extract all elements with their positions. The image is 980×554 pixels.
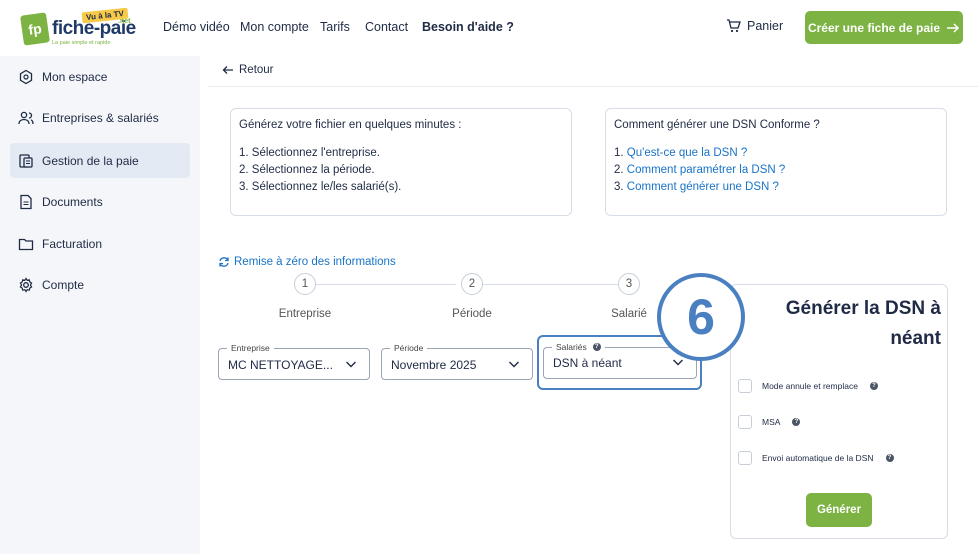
sidebar-item-label: Gestion de la paie <box>42 153 139 168</box>
sidebar-item-label: Compte <box>42 277 85 292</box>
cart-label: Panier <box>747 19 784 33</box>
arrow-left-icon <box>222 66 233 74</box>
help-icon[interactable]: ? <box>792 418 801 426</box>
hexagon-icon <box>19 69 33 84</box>
entreprise-select-value: MC NETTOYAGE... <box>228 358 333 372</box>
help-icon[interactable]: ? <box>869 382 878 390</box>
instructions-list: 1. Sélectionnez l'entreprise. 2. Sélecti… <box>239 145 401 196</box>
help-link-row: 1. Qu'est-ce que la DSN ? <box>614 145 785 162</box>
option-envoi-auto[interactable]: Envoi automatique de la DSN ? <box>738 451 894 465</box>
help-link-what-is-dsn[interactable]: Qu'est-ce que la DSN ? <box>627 147 747 159</box>
back-label: Retour <box>239 64 274 76</box>
logo-tagline: La paie simple et rapide <box>52 40 111 46</box>
nav-contact[interactable]: Contact <box>365 20 408 34</box>
step-6-marker: 6 <box>657 273 745 361</box>
entreprise-select-label: Entreprise <box>227 343 274 353</box>
generate-button[interactable]: Générer <box>806 493 872 527</box>
step-circle-3: 3 <box>618 273 640 295</box>
dsn-neant-panel: Générer la DSN à néant Mode annule et re… <box>730 284 948 539</box>
sidebar-item-mon-espace[interactable]: Mon espace <box>10 59 190 94</box>
document-icon <box>20 194 32 209</box>
arrow-right-icon <box>947 22 960 33</box>
help-link-generate-dsn[interactable]: Comment générer une DSN ? <box>627 181 779 193</box>
help-box: Comment générer une DSN Conforme ? 1. Qu… <box>605 108 947 216</box>
reset-label: Remise à zéro des informations <box>234 256 396 268</box>
checkbox[interactable] <box>738 415 752 429</box>
sidebar-item-facturation[interactable]: Facturation <box>10 226 190 261</box>
sidebar-item-entreprises[interactable]: Entreprises & salariés <box>10 100 190 135</box>
instruction-step: 3. Sélectionnez le/les salarié(s). <box>239 181 402 193</box>
step-label-periode: Période <box>452 308 492 320</box>
back-link[interactable]: Retour <box>222 64 274 76</box>
create-payslip-label: Créer une fiche de paie <box>807 20 941 35</box>
nav-tarifs[interactable]: Tarifs <box>320 20 350 34</box>
sidebar-item-documents[interactable]: Documents <box>10 184 190 219</box>
periode-select-label: Période <box>390 343 428 353</box>
checkbox[interactable] <box>738 451 752 465</box>
step-circle-2: 2 <box>461 273 483 295</box>
logo-dotnet: .net <box>118 18 131 25</box>
entreprise-select[interactable]: Entreprise MC NETTOYAGE... <box>218 343 370 380</box>
folder-icon <box>18 238 34 250</box>
step-circle-1: 1 <box>294 273 316 295</box>
fiche-paie-logo[interactable]: fp Vu à la TV fiche-paie .net La paie si… <box>20 7 140 50</box>
gear-icon <box>19 276 33 293</box>
help-title: Comment générer une DSN Conforme ? <box>614 119 820 131</box>
instruction-step: 2. Sélectionnez la période. <box>239 164 375 176</box>
periode-select[interactable]: Période Novembre 2025 <box>381 343 533 380</box>
sidebar-item-label: Mon espace <box>42 69 108 84</box>
help-link-num: 1. <box>614 147 624 159</box>
periode-select-value: Novembre 2025 <box>391 358 477 372</box>
sidebar-item-label: Documents <box>42 194 103 209</box>
help-icon[interactable]: ? <box>885 454 894 462</box>
chevron-down-icon <box>346 361 356 368</box>
cart-icon <box>727 19 741 33</box>
logo-badge: fp <box>20 12 50 46</box>
stepper-line <box>316 284 456 285</box>
help-link-num: 2. <box>614 164 624 176</box>
payroll-icon <box>19 153 33 168</box>
dsn-neant-title: Générer la DSN à néant <box>785 298 941 349</box>
sidebar-item-compte[interactable]: Compte <box>10 267 190 302</box>
create-payslip-button[interactable]: Créer une fiche de paie <box>805 11 963 44</box>
step-label-entreprise: Entreprise <box>278 308 332 320</box>
sidebar-item-label: Entreprises & salariés <box>42 110 159 125</box>
instructions-title: Générez votre fichier en quelques minute… <box>239 119 462 131</box>
nav-besoin-aide[interactable]: Besoin d'aide ? <box>422 20 514 34</box>
option-msa[interactable]: MSA ? <box>738 415 801 429</box>
help-link-row: 3. Comment générer une DSN ? <box>614 179 785 196</box>
refresh-icon <box>219 257 229 267</box>
help-links: 1. Qu'est-ce que la DSN ? 2. Comment par… <box>614 145 785 196</box>
nav-mon-compte[interactable]: Mon compte <box>240 20 309 34</box>
sidebar: Mon espace Entreprises & salariés Gestio… <box>0 56 200 554</box>
sidebar-item-gestion-paie[interactable]: Gestion de la paie <box>10 143 190 178</box>
sidebar-item-label: Facturation <box>42 236 103 251</box>
help-link-configure-dsn[interactable]: Comment paramétrer la DSN ? <box>627 164 786 176</box>
reset-link[interactable]: Remise à zéro des informations <box>218 256 396 268</box>
users-icon <box>18 111 34 124</box>
help-link-num: 3. <box>614 181 624 193</box>
checkbox[interactable] <box>738 379 752 393</box>
instructions-box: Générez votre fichier en quelques minute… <box>230 108 572 216</box>
chevron-down-icon <box>509 361 519 368</box>
stepper-line <box>483 284 618 285</box>
option-label: MSA <box>762 417 781 427</box>
help-link-row: 2. Comment paramétrer la DSN ? <box>614 162 785 179</box>
option-annule-remplace[interactable]: Mode annule et remplace ? <box>738 379 878 393</box>
instruction-step: 1. Sélectionnez l'entreprise. <box>239 147 380 159</box>
top-header: fp Vu à la TV fiche-paie .net La paie si… <box>0 0 980 56</box>
cart-link[interactable]: Panier <box>726 19 783 33</box>
option-label: Envoi automatique de la DSN <box>762 453 874 463</box>
nav-demo-video[interactable]: Démo vidéo <box>163 20 230 34</box>
header-divider <box>208 86 978 87</box>
option-label: Mode annule et remplace <box>762 381 858 391</box>
